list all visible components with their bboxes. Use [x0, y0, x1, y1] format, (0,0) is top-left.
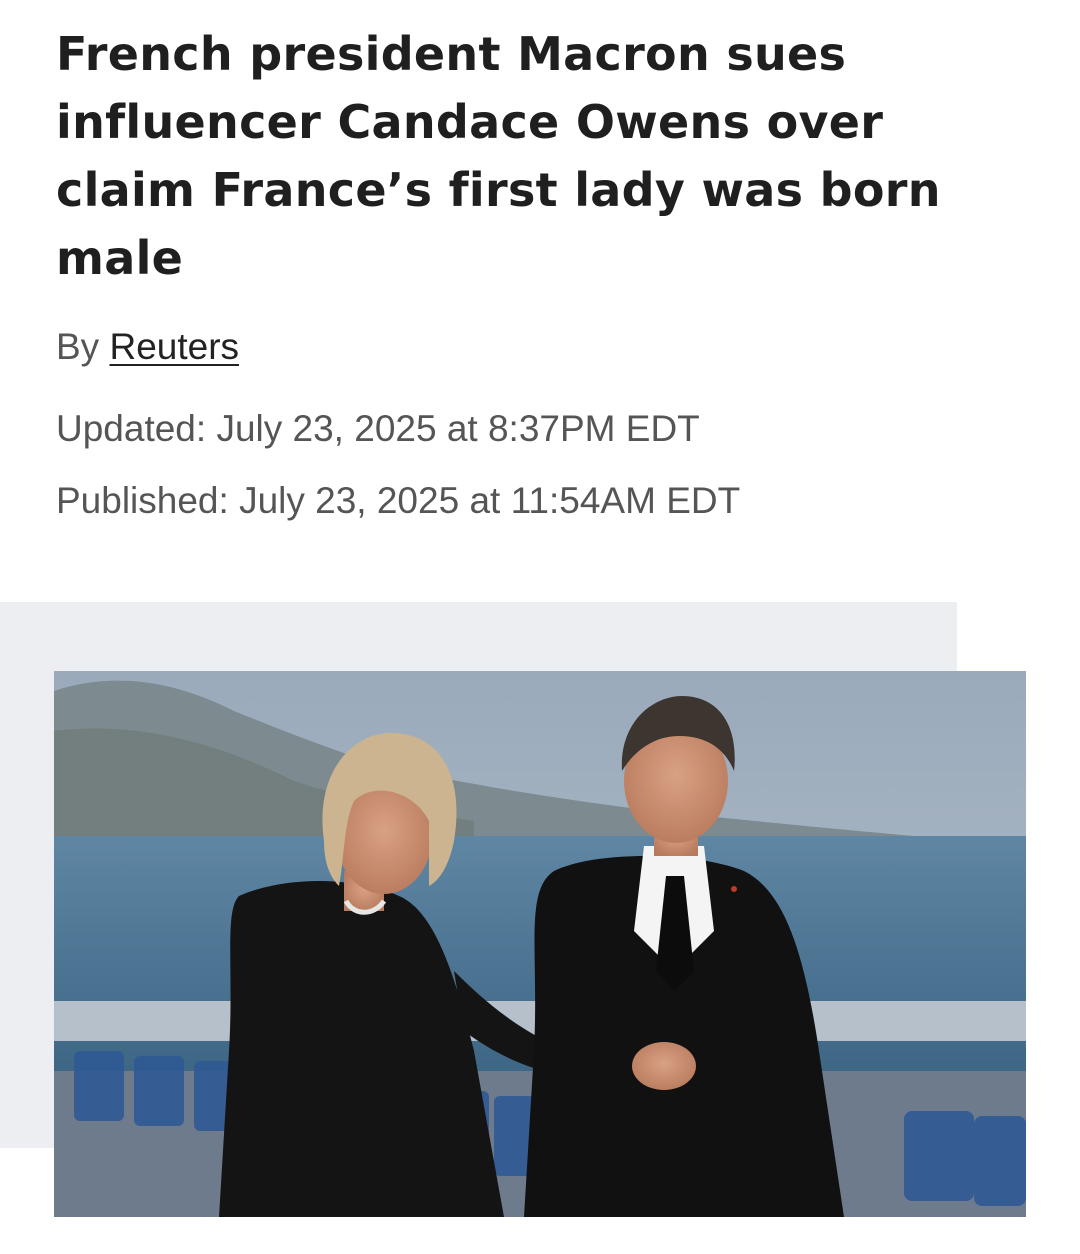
- article-headline: French president Macron sues influencer …: [56, 27, 941, 285]
- byline-prefix: By: [56, 326, 100, 367]
- photo-image: [54, 671, 1026, 1217]
- updated-timestamp: Updated: July 23, 2025 at 8:37PM EDT: [56, 408, 700, 449]
- author-link[interactable]: Reuters: [109, 326, 239, 367]
- published-timestamp: Published: July 23, 2025 at 11:54AM EDT: [56, 480, 741, 521]
- byline: By Reuters: [56, 326, 239, 368]
- article-photo[interactable]: [54, 671, 1026, 1217]
